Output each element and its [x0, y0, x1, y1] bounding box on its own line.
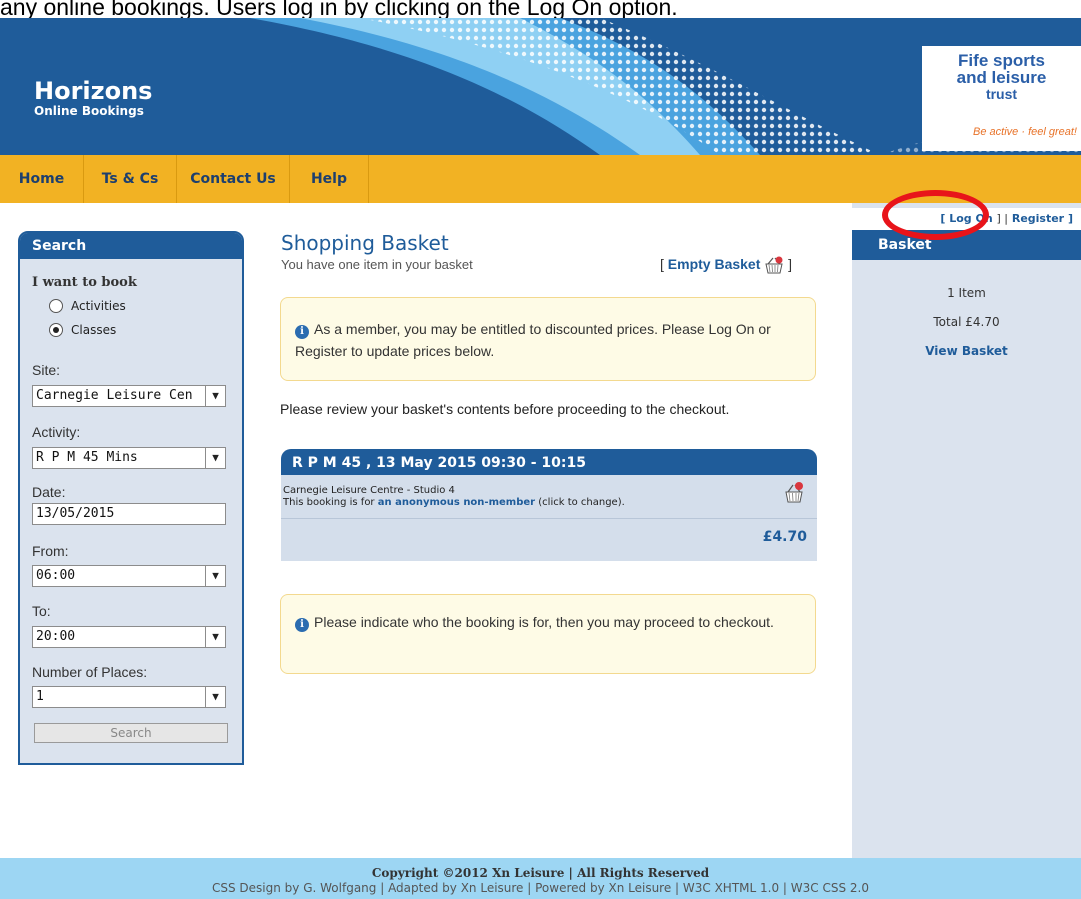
- activity-select-value: R P M 45 Mins: [36, 450, 138, 465]
- chevron-down-icon[interactable]: ▼: [205, 566, 225, 586]
- to-select[interactable]: 20:00 ▼: [32, 626, 226, 648]
- banner-wave-graphic: [250, 18, 1081, 155]
- logo-tagline: Be active · feel great!: [973, 126, 1077, 138]
- info-icon: i: [295, 325, 309, 339]
- activity-label: Activity:: [32, 424, 81, 440]
- site-label: Site:: [32, 362, 61, 378]
- empty-basket-close-bracket: ]: [788, 256, 793, 272]
- chevron-down-icon[interactable]: ▼: [205, 448, 225, 468]
- search-panel-title: Search: [20, 233, 242, 259]
- header-banner: Horizons Online Bookings Fife sports and…: [0, 18, 1081, 155]
- logo-line-1: Fife sports: [958, 51, 1045, 70]
- site-select[interactable]: Carnegie Leisure Cen ▼: [32, 385, 226, 407]
- radio-classes-label: Classes: [71, 322, 117, 337]
- to-label: To:: [32, 603, 51, 619]
- site-select-value: Carnegie Leisure Cen: [36, 388, 193, 403]
- places-select-value: 1: [36, 689, 44, 704]
- radio-classes[interactable]: Classes: [49, 321, 116, 339]
- basket-summary: 1 Item Total £4.70 View Basket: [852, 283, 1081, 370]
- booking-notice-text: Please indicate who the booking is for, …: [314, 614, 774, 630]
- footer: Copyright ©2012 Xn Leisure | All Rights …: [0, 858, 1081, 899]
- logo-line-2: and leisure: [956, 68, 1047, 87]
- brand-title: Horizons: [34, 77, 153, 105]
- footer-credits: CSS Design by G. Wolfgang | Adapted by X…: [212, 881, 869, 895]
- to-select-value: 20:00: [36, 629, 76, 644]
- brand-subtitle: Online Bookings: [34, 104, 144, 118]
- auth-links: [ Log On ] | Register ]: [852, 208, 1081, 230]
- view-basket-link[interactable]: View Basket: [852, 341, 1081, 370]
- booking-card: R P M 45 , 13 May 2015 09:30 - 10:15 Car…: [281, 449, 817, 561]
- page-subtitle: You have one item in your basket: [281, 257, 473, 272]
- activity-select[interactable]: R P M 45 Mins ▼: [32, 447, 226, 469]
- empty-basket: [ Empty Basket ]: [660, 256, 792, 274]
- logo-line-3: trust: [985, 86, 1018, 102]
- nav-help[interactable]: Help: [290, 155, 369, 203]
- log-on-link[interactable]: Log On: [949, 212, 992, 225]
- from-label: From:: [32, 543, 69, 559]
- radio-activities-label: Activities: [71, 298, 126, 313]
- booking-title: R P M 45 , 13 May 2015 09:30 - 10:15: [281, 449, 817, 475]
- footer-copyright: Copyright ©2012 Xn Leisure | All Rights …: [371, 866, 710, 880]
- booking-details: Carnegie Leisure Centre - Studio 4 This …: [281, 475, 817, 519]
- basket-icon[interactable]: [764, 256, 784, 274]
- booking-member-link[interactable]: an anonymous non-member: [378, 497, 535, 508]
- booking-for-suffix: (click to change).: [538, 497, 625, 508]
- nav-contact-us[interactable]: Contact Us: [177, 155, 290, 203]
- date-input[interactable]: 13/05/2015: [32, 503, 226, 525]
- basket-total: Total £4.70: [933, 315, 1000, 329]
- booking-notice: i Please indicate who the booking is for,…: [280, 594, 816, 674]
- radio-activities[interactable]: Activities: [49, 297, 126, 315]
- want-to-book-label: I want to book: [32, 275, 137, 290]
- auth-open-bracket: [: [940, 212, 946, 225]
- review-instructions: Please review your basket's contents bef…: [280, 401, 730, 417]
- auth-close-bracket: ]: [1067, 212, 1073, 225]
- empty-basket-link[interactable]: Empty Basket: [668, 256, 761, 272]
- chevron-down-icon[interactable]: ▼: [205, 627, 225, 647]
- main-nav: Home Ts & Cs Contact Us Help: [0, 155, 1081, 203]
- radio-icon[interactable]: [49, 322, 63, 337]
- search-panel: Search I want to book Activities Classes…: [18, 231, 244, 765]
- booking-price: £4.70: [762, 529, 807, 545]
- chevron-down-icon[interactable]: ▼: [205, 386, 225, 406]
- brand[interactable]: Horizons Online Bookings: [34, 78, 152, 118]
- search-button[interactable]: Search: [34, 723, 228, 743]
- empty-basket-open-bracket: [: [660, 256, 664, 272]
- booking-for-prefix: This booking is for: [283, 497, 375, 508]
- booking-location: Carnegie Leisure Centre - Studio 4: [283, 485, 455, 496]
- from-select-value: 06:00: [36, 568, 76, 583]
- auth-separator: ] |: [996, 212, 1009, 225]
- remove-basket-icon[interactable]: [783, 481, 805, 503]
- booking-for-line: This booking is for an anonymous non-mem…: [283, 497, 817, 509]
- date-label: Date:: [32, 484, 66, 500]
- trust-logo: Fife sports and leisure trust Be active …: [922, 46, 1081, 151]
- info-icon: i: [295, 618, 309, 632]
- places-select[interactable]: 1 ▼: [32, 686, 226, 708]
- register-link[interactable]: Register: [1012, 212, 1064, 225]
- from-select[interactable]: 06:00 ▼: [32, 565, 226, 587]
- page-title: Shopping Basket: [281, 231, 449, 255]
- member-notice: i As a member, you may be entitled to dis…: [280, 297, 816, 381]
- chevron-down-icon[interactable]: ▼: [205, 687, 225, 707]
- places-label: Number of Places:: [32, 664, 148, 680]
- basket-panel-title: Basket: [852, 230, 1081, 260]
- member-notice-text: As a member, you may be entitled to disc…: [295, 321, 771, 359]
- nav-home[interactable]: Home: [0, 155, 84, 203]
- basket-item-count: 1 Item: [947, 286, 986, 300]
- page-caption: any online bookings. Users log in by cli…: [0, 0, 678, 18]
- radio-icon[interactable]: [49, 298, 63, 313]
- nav-terms[interactable]: Ts & Cs: [84, 155, 177, 203]
